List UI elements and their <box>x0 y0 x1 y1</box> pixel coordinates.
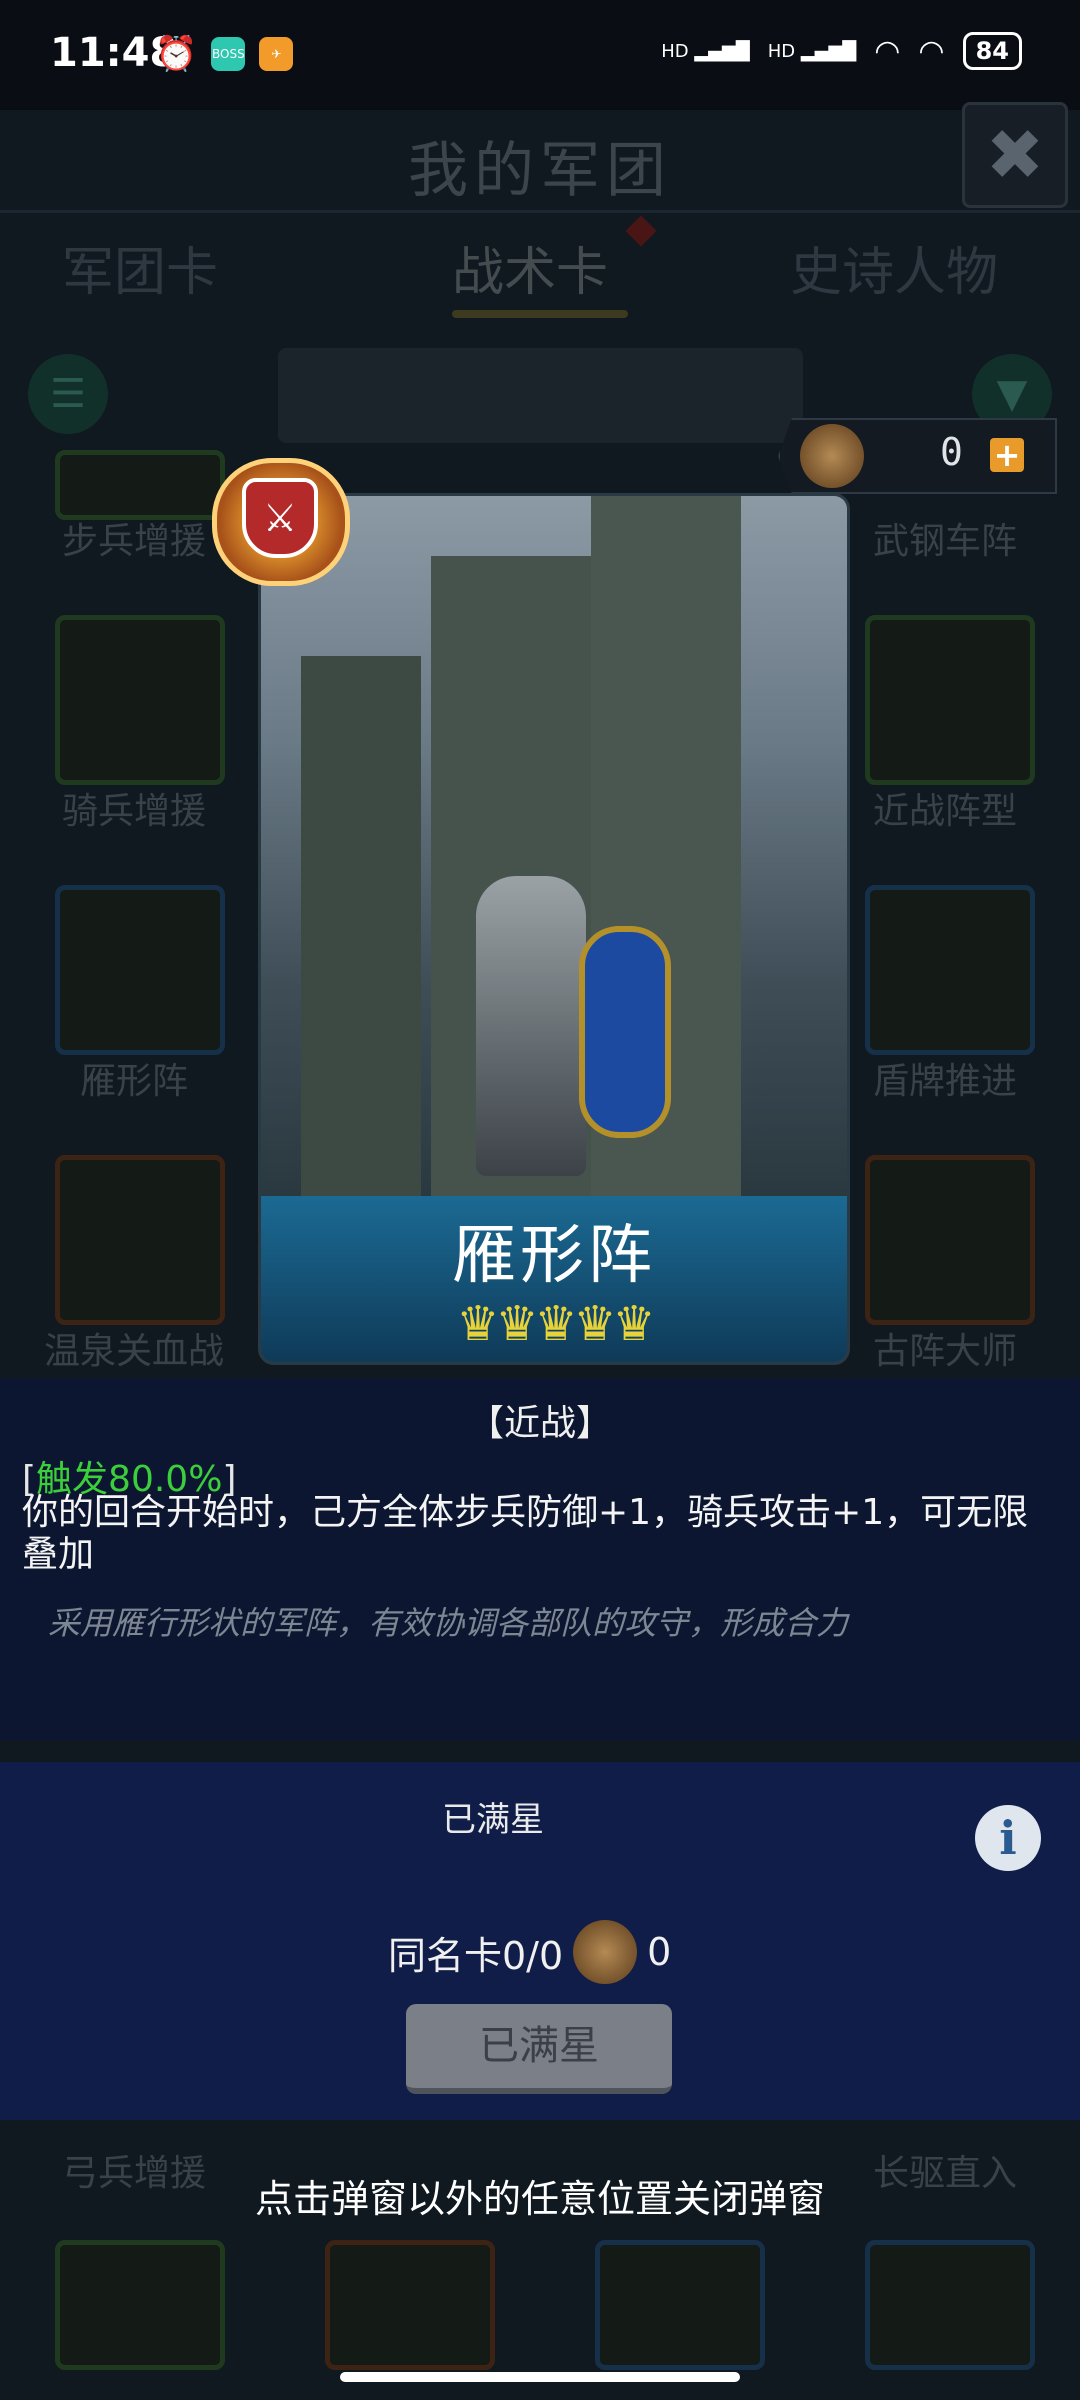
grid-card[interactable] <box>325 2240 495 2370</box>
wifi-icon: ◠ <box>874 33 901 69</box>
same-card-label: 同名卡0/0 <box>388 1933 564 1978</box>
currency-display: 0 + <box>778 418 1057 494</box>
card-type: 【近战】 <box>467 1403 612 1444</box>
grid-card-label: 近战阵型 <box>872 791 1017 832</box>
tab-underline <box>452 310 628 318</box>
app-notification-icon: ✈ <box>259 37 294 71</box>
grid-card[interactable] <box>55 1155 225 1325</box>
grid-card[interactable] <box>595 2240 765 2370</box>
knight-figure <box>476 876 586 1176</box>
close-hint: 点击弹窗以外的任意位置关闭弹窗 <box>254 2177 825 2221</box>
grid-card-label: 骑兵增援 <box>61 791 206 832</box>
card-name: 雁形阵 <box>452 1219 656 1293</box>
battery-indicator: 84 <box>962 32 1022 70</box>
emblem-coin-icon <box>800 424 864 488</box>
home-indicator[interactable] <box>340 2372 740 2382</box>
rank-badge: ⚔ <box>206 452 350 586</box>
grid-card-label: 温泉关血战 <box>43 1331 224 1372</box>
info-button[interactable]: i <box>975 1805 1041 1871</box>
page-title: 我的军团 <box>408 136 672 206</box>
grid-card[interactable] <box>55 450 225 520</box>
grid-card[interactable] <box>865 2240 1035 2370</box>
grid-card[interactable] <box>865 885 1035 1055</box>
shield-figure <box>579 926 671 1138</box>
wifi-icon-2: ◠ <box>918 33 945 69</box>
star-status: 已满星 <box>442 1800 544 1840</box>
close-icon: ✖ <box>985 114 1045 196</box>
boss-app-icon: BOSS <box>211 37 246 71</box>
grid-card-label: 武钢车阵 <box>872 521 1017 562</box>
tabs: 军团卡 战术卡 史诗人物 <box>0 230 1080 340</box>
tactic-card: 雁形阵 ♛♛♛♛♛ <box>258 493 850 1365</box>
grid-card[interactable] <box>865 1155 1035 1325</box>
card-artwork <box>261 496 847 1196</box>
grid-card-label: 古阵大师 <box>872 1331 1017 1372</box>
close-button[interactable]: ✖ <box>962 102 1068 208</box>
grid-card[interactable] <box>55 615 225 785</box>
tab-epic-characters[interactable]: 史诗人物 <box>790 230 998 305</box>
grid-card-label: 雁形阵 <box>79 1061 188 1102</box>
grid-card[interactable] <box>865 615 1035 785</box>
currency-amount: 0 <box>940 430 963 474</box>
card-effect: 你的回合开始时，己方全体步兵防御+1，骑兵攻击+1，可无限叠加 <box>22 1492 1029 1575</box>
title-bar: 我的军团 ✖ <box>0 102 1080 213</box>
description-panel: 【近战】 [触发80.0%] 你的回合开始时，己方全体步兵防御+1，骑兵攻击+1… <box>0 1378 1080 1740</box>
signal-icon-2: HD ▂▄▆█ <box>767 40 857 62</box>
card-stars: ♛♛♛♛♛ <box>456 1296 655 1352</box>
tab-legion-cards[interactable]: 军团卡 <box>62 230 218 305</box>
grid-card-label: 盾牌推进 <box>872 1061 1017 1102</box>
same-card-count: 同名卡0/0 0 <box>388 1920 671 1984</box>
flavor-text: 采用雁行形状的军阵，有效协调各部队的攻守，形成合力 <box>48 1604 849 1642</box>
search-input[interactable] <box>278 348 803 443</box>
max-star-button[interactable]: 已满星 <box>406 2004 672 2094</box>
grid-card[interactable] <box>55 885 225 1055</box>
emblem-coin-icon <box>573 1920 638 1984</box>
tab-tactic-cards[interactable]: 战术卡 <box>452 230 608 305</box>
grid-card[interactable] <box>55 2240 225 2370</box>
alarm-icon: ⏰ <box>155 34 198 74</box>
sword-shield-icon: ⚔ <box>242 478 318 558</box>
list-view-icon[interactable]: ☰ <box>28 354 108 434</box>
card-name-band: 雁形阵 ♛♛♛♛♛ <box>261 1196 847 1362</box>
add-currency-button[interactable]: + <box>990 438 1024 472</box>
status-bar: 11:48 ⏰ BOSS ✈ HD ▂▄▆█ HD ▂▄▆█ ◠ ◠ 84 <box>0 0 1080 110</box>
same-card-emblem-count: 0 <box>647 1930 672 1974</box>
signal-icon-1: HD ▂▄▆█ <box>661 40 750 62</box>
